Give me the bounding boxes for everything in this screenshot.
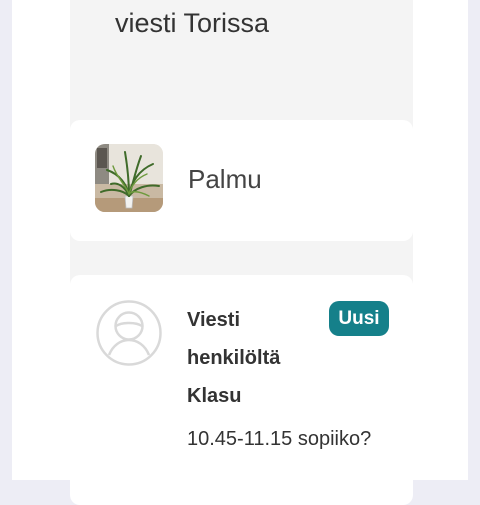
new-badge: Uusi xyxy=(329,301,389,336)
listing-card[interactable]: Palmu xyxy=(70,120,413,241)
message-card[interactable]: Viesti henkilöltä Klasu Uusi 10.45-11.15… xyxy=(70,275,413,505)
message-sender: Viesti henkilöltä Klasu xyxy=(187,309,281,407)
listing-title[interactable]: Palmu xyxy=(188,163,262,195)
listing-thumbnail[interactable] xyxy=(95,144,163,212)
plant-photo-icon xyxy=(95,144,163,212)
message-preview: 10.45-11.15 sopiiko? xyxy=(187,428,372,450)
page-title: viesti Torissa xyxy=(115,8,270,38)
default-avatar-icon xyxy=(95,299,163,367)
